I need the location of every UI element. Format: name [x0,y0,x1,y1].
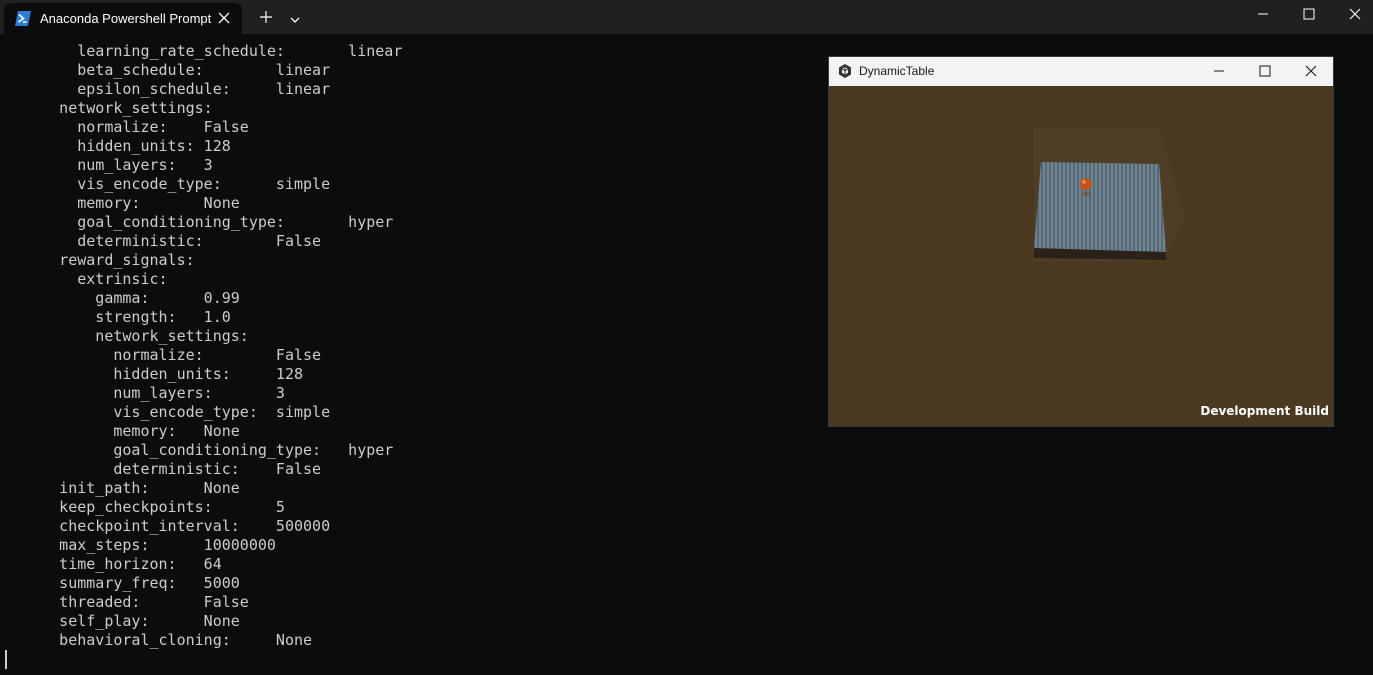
maximize-button[interactable] [1286,0,1332,30]
terminal-line: deterministic: False [5,460,322,478]
terminal-line: memory: None [5,194,240,212]
terminal-line: vis_encode_type: simple [5,175,331,193]
maximize-icon [1303,8,1315,20]
close-icon [1305,65,1317,77]
terminal-line: normalize: False [5,346,322,364]
text-cursor [5,650,7,669]
unity-minimize-button[interactable] [1197,57,1241,86]
terminal-line: threaded: False [5,593,249,611]
terminal-line: checkpoint_interval: 500000 [5,517,331,535]
unity-icon [837,63,853,79]
terminal-line: network_settings: [5,327,249,345]
minimize-button[interactable] [1240,0,1286,30]
game-scene [1034,128,1185,261]
maximize-icon [1259,65,1271,77]
terminal-line: goal_conditioning_type: hyper [5,213,394,231]
tab-close-icon[interactable] [216,10,232,26]
terminal-line: hidden_units: 128 [5,137,231,155]
terminal-line: extrinsic: [5,270,168,288]
unity-maximize-button[interactable] [1243,57,1287,86]
terminal-line: hidden_units: 128 [5,365,304,383]
minimize-icon [1214,70,1224,72]
terminal-line: memory: None [5,422,240,440]
close-button[interactable] [1332,0,1373,30]
close-icon [1349,8,1361,20]
window-title: DynamicTable [859,64,935,78]
terminal-line: deterministic: False [5,232,322,250]
terminal-line: summary_freq: 5000 [5,574,240,592]
new-tab-plus-icon[interactable] [258,9,274,25]
terminal-line: goal_conditioning_type: hyper [5,441,394,459]
terminal-line: time_horizon: 64 [5,555,222,573]
terminal-line: self_play: None [5,612,240,630]
powershell-icon [15,11,31,26]
unity-close-button[interactable] [1289,57,1333,86]
terminal-line: max_steps: 10000000 [5,536,276,554]
ball [1080,178,1092,190]
development-build-watermark: Development Build [1200,404,1329,418]
terminal-line: network_settings: [5,99,213,117]
tab-anaconda-powershell[interactable]: Anaconda Powershell Prompt [4,3,242,34]
terminal-line: init_path: None [5,479,240,497]
terminal-line: behavioral_cloning: None [5,631,313,649]
terminal-line: beta_schedule: linear [5,61,331,79]
dynamictable-window[interactable]: DynamicTable Development Build [828,56,1334,427]
terminal-line: gamma: 0.99 [5,289,240,307]
tab-title: Anaconda Powershell Prompt [40,11,212,26]
terminal-line: learning_rate_schedule: linear [5,42,403,60]
terminal-line: num_layers: 3 [5,156,213,174]
terminal-line: num_layers: 3 [5,384,285,402]
terminal-line: keep_checkpoints: 5 [5,498,285,516]
terminal-titlebar: Anaconda Powershell Prompt [0,0,1373,34]
dynamictable-titlebar[interactable]: DynamicTable [829,57,1333,86]
terminal-line: vis_encode_type: simple [5,403,331,421]
game-viewport[interactable]: Development Build [829,86,1333,426]
table-surface [1034,162,1166,252]
terminal-output[interactable]: learning_rate_schedule: linear beta_sche… [5,42,825,650]
terminal-line: normalize: False [5,118,249,136]
terminal-line: reward_signals: [5,251,195,269]
minimize-icon [1258,13,1268,15]
tab-dropdown-chevron-down-icon[interactable] [288,11,302,23]
terminal-line: strength: 1.0 [5,308,231,326]
terminal-line: epsilon_schedule: linear [5,80,331,98]
